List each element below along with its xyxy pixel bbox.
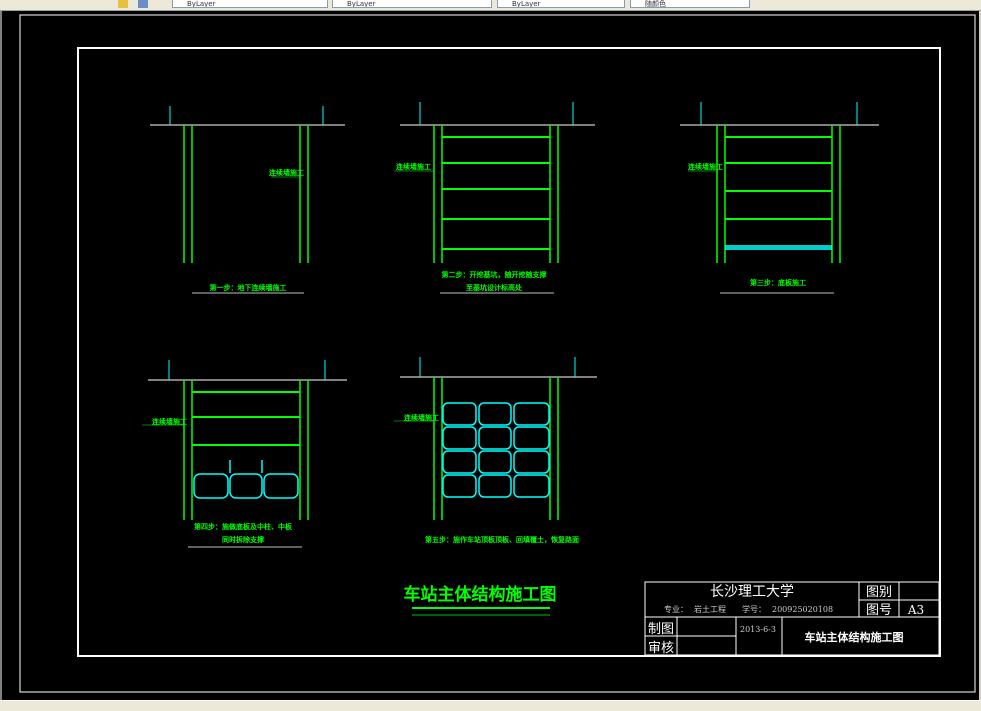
- step-4-section: [142, 360, 347, 548]
- major-value: 岩土工程: [694, 604, 726, 614]
- lineweight-dropdown[interactable]: ByLayer: [497, 0, 625, 8]
- drawing-frame: [77, 47, 941, 657]
- step-5-caption: 第五步：施作车站顶板顶板、回填覆土，恢复路面: [425, 535, 579, 544]
- school-name: 长沙理工大学: [710, 584, 794, 600]
- number-label: 图号: [866, 603, 892, 618]
- step-2-caption-line2: 至基坑设计标高处: [466, 283, 523, 292]
- step-3-section: [680, 102, 879, 294]
- step-4-caption-line2: 同时拆除支撑: [222, 535, 264, 544]
- drawing-viewport[interactable]: 连续墙施工 第一步：地下连续墙施工 连续墙施工 第二步：开挖基坑，随开挖随支撑 …: [0, 11, 981, 700]
- step-2-section: [394, 102, 595, 294]
- category-label: 图别: [866, 585, 892, 600]
- properties-toolbar: ByLayer ByLayer ByLayer 随颜色: [0, 0, 981, 11]
- step-1-wall-label: 连续墙施工: [269, 168, 304, 177]
- number-value: A3: [907, 603, 924, 617]
- review-label: 审核: [648, 641, 674, 656]
- layer-state-icon[interactable]: [118, 0, 128, 8]
- step-1-caption: 第一步：地下连续墙施工: [210, 283, 287, 292]
- step-4-wall-label: 连续墙施工: [152, 417, 187, 426]
- student-id-label: 学号：: [742, 604, 766, 614]
- step-4-caption-line1: 第四步：施做底板及中柱、中板: [194, 522, 293, 531]
- step-3-wall-label: 连续墙施工: [688, 162, 723, 171]
- plotstyle-dropdown[interactable]: 随颜色: [630, 0, 750, 8]
- student-id-value: 2009250201​08: [772, 605, 833, 614]
- step-2-wall-label: 连续墙施工: [396, 162, 431, 171]
- drawing-name: 车站主体结构施工图: [805, 630, 904, 644]
- draw-label: 制图: [648, 622, 674, 637]
- linetype-dropdown[interactable]: ByLayer: [332, 0, 492, 8]
- step-5-section: [394, 357, 597, 520]
- layer-match-icon[interactable]: [138, 0, 148, 8]
- drawing-title: 车站主体结构施工图: [404, 584, 557, 605]
- step-2-caption-line1: 第二步：开挖基坑，随开挖随支撑: [442, 270, 547, 279]
- color-dropdown[interactable]: ByLayer: [172, 0, 328, 8]
- cad-drawing[interactable]: 连续墙施工 第一步：地下连续墙施工 连续墙施工 第二步：开挖基坑，随开挖随支撑 …: [2, 11, 979, 700]
- major-label: 专业：: [664, 604, 688, 614]
- step-3-caption: 第三步：底板施工: [750, 278, 806, 287]
- step-5-wall-label: 连续墙施工: [404, 413, 439, 422]
- step-1-section: [150, 106, 345, 294]
- date-value: 2013-6-3: [740, 625, 776, 634]
- status-bar: [0, 700, 981, 711]
